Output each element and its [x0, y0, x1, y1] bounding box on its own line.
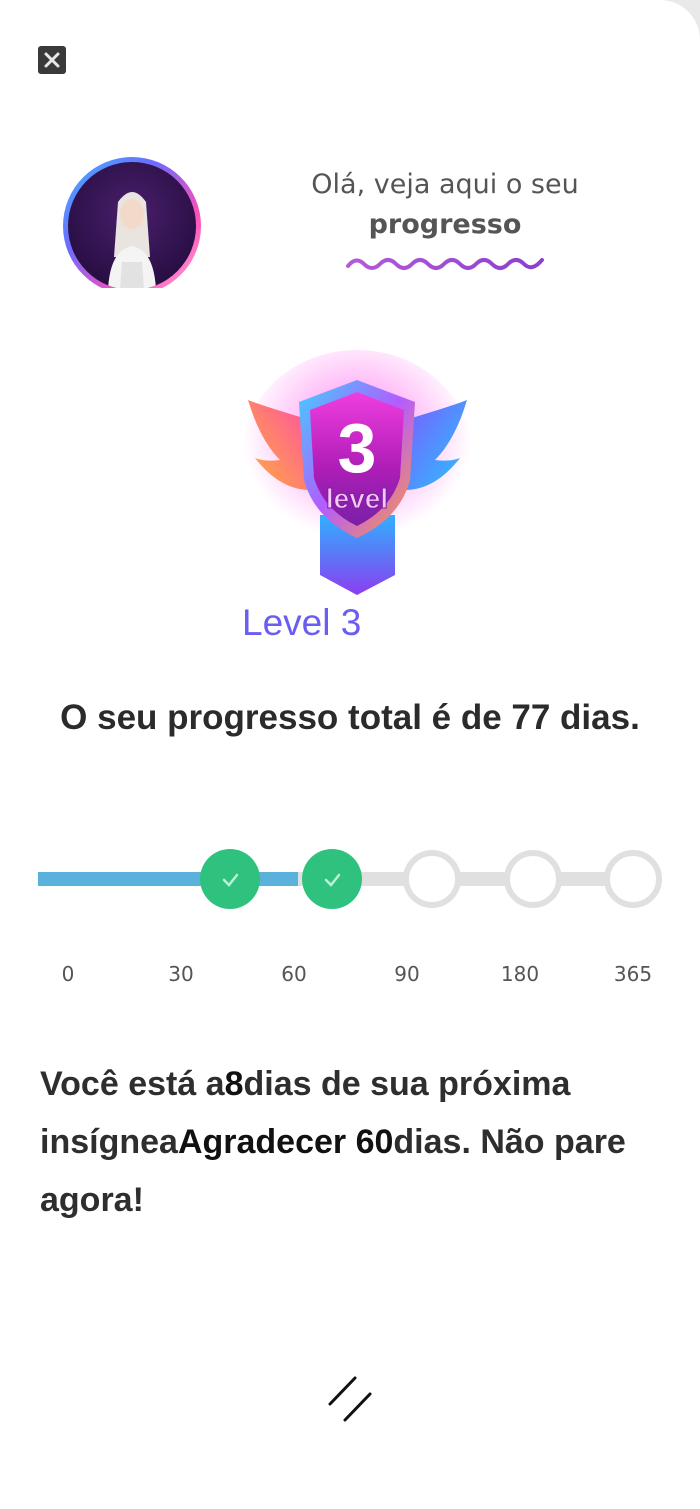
tick-label: 0 [61, 962, 75, 986]
milestone-365 [604, 850, 662, 908]
message-part-1: Você está a [40, 1065, 225, 1103]
days-remaining: 8 [224, 1065, 244, 1103]
milestone-timeline [38, 849, 662, 909]
badge-word: level [326, 483, 388, 514]
next-badge-name: Agradecer 60 [177, 1123, 394, 1161]
close-button[interactable] [38, 46, 66, 74]
milestone-180 [504, 850, 562, 908]
milestone-90 [403, 850, 461, 908]
progress-panel: Olá, veja aqui o seu progresso 3 level L… [0, 0, 700, 1509]
greeting-line-1: Olá, veja aqui o seu [311, 169, 579, 200]
level-label: Level 3 [242, 602, 362, 643]
tick-label: 60 [281, 962, 307, 986]
milestone-60 [302, 849, 362, 909]
next-badge-message: Você está a8dias de sua próxima insígnea… [40, 1055, 670, 1229]
avatar-figure-icon [108, 192, 156, 288]
progress-title: O seu progresso total é de 77 dias. [60, 698, 640, 737]
tick-label: 30 [168, 962, 194, 986]
badge-number: 3 [338, 409, 377, 487]
avatar [63, 157, 201, 288]
milestone-30 [200, 849, 260, 909]
greeting-line-2: progresso [368, 209, 522, 240]
resize-handle-icon[interactable] [325, 1370, 375, 1426]
close-icon [44, 52, 60, 68]
greeting: Olá, veja aqui o seu progresso [270, 165, 620, 245]
tick-label: 90 [394, 962, 420, 986]
tick-label: 180 [500, 962, 540, 986]
tick-label: 365 [613, 962, 653, 986]
milestone-labels: 0 30 60 90 180 365 [0, 962, 700, 992]
level-badge: 3 level [242, 350, 472, 595]
squiggle-underline-icon [346, 258, 544, 270]
